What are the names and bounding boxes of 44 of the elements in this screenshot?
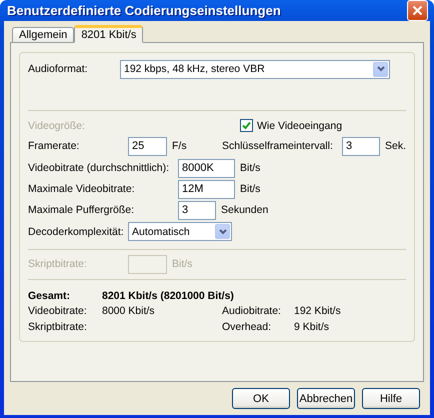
close-button[interactable] (407, 0, 428, 21)
field-label: Skriptbitrate: (28, 258, 88, 270)
keyframe-interval-field[interactable]: 3 (342, 136, 380, 156)
input-field[interactable]: 3 (178, 200, 216, 220)
summary-label: Skriptbitrate: (28, 321, 88, 334)
unit-label: Sekunden (221, 204, 268, 216)
dialog-button[interactable]: Hilfe (362, 388, 420, 409)
checkbox-label: Wie Videoeingang (257, 120, 342, 132)
caret-icon (376, 66, 384, 72)
field-label: Framerate: (28, 140, 80, 152)
total-value: 8201 Kbit/s (8201000 Bit/s) (102, 290, 234, 302)
input-field[interactable]: 8000K (178, 158, 235, 178)
window-title: Benutzerdefinierte Codierungseinstellungen (7, 3, 281, 18)
checkbox[interactable] (240, 119, 253, 132)
field-label: Maximale Videobitrate: (28, 183, 136, 196)
summary-value: 192 Kbit/s (294, 305, 342, 318)
summary-label: Overhead: (222, 321, 272, 334)
framerate-field[interactable]: 25 (128, 136, 167, 156)
field-label: Maximale Puffergröße: (28, 204, 136, 216)
summary-label: Audiobitrate: (222, 305, 282, 318)
dialog-button[interactable]: Abbrechen (297, 388, 355, 409)
unit-label: Bit/s (240, 183, 260, 196)
field-label: Videobitrate (durchschnittlich): (28, 162, 170, 174)
audio-format-dropdown[interactable]: 192 kbps, 48 kHz, stereo VBR (120, 60, 390, 78)
caret-icon (218, 228, 226, 235)
dialog-button[interactable]: OK (232, 388, 290, 409)
field-label: Decoderkomplexität: (28, 226, 125, 238)
close-icon (412, 5, 423, 16)
tab[interactable]: 8201 Kbit/s (74, 25, 144, 43)
field-label: Schlüsselframeintervall: (222, 140, 334, 152)
check-icon (242, 121, 251, 130)
decoder-complexity-dropdown[interactable]: Automatisch (128, 222, 232, 242)
input-field[interactable]: 12M (178, 180, 235, 199)
summary-label: Videobitrate: (28, 305, 88, 318)
tab[interactable]: Allgemein (12, 27, 74, 42)
summary-value: 9 Kbit/s (294, 321, 330, 334)
total-label: Gesamt: (28, 290, 72, 302)
summary-value: 8000 Kbit/s (102, 305, 156, 318)
unit-label: Sek. (385, 140, 406, 152)
field-label: Audioformat: (28, 63, 89, 75)
field-label: Videogröße: (28, 120, 86, 132)
unit-label: Bit/s (172, 258, 192, 270)
unit-label: Bit/s (240, 162, 260, 174)
unit-label: F/s (172, 140, 188, 152)
